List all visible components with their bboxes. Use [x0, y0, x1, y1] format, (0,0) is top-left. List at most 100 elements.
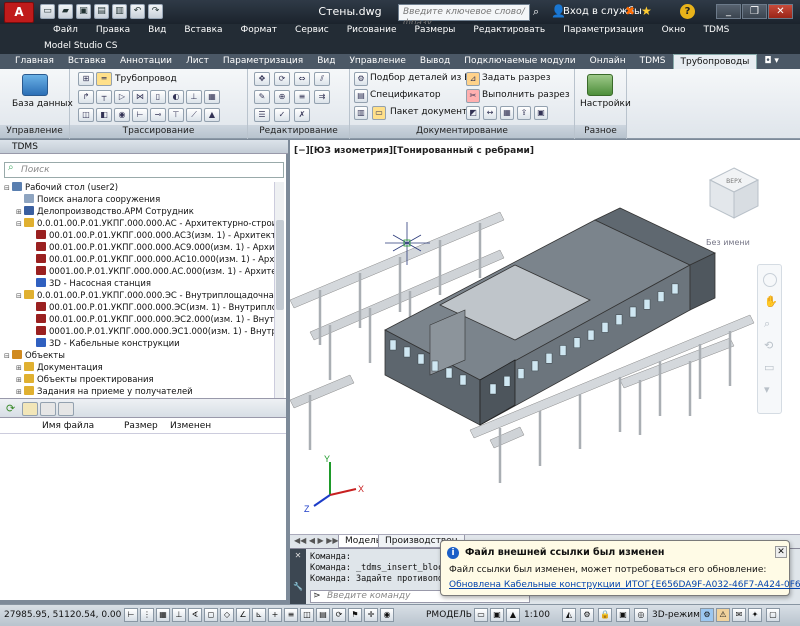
table-icon[interactable]: ▦ [500, 106, 514, 120]
insulation-icon[interactable]: ▦ [204, 90, 220, 104]
cap-icon[interactable]: ◐ [168, 90, 184, 104]
model-space-toggle[interactable]: РМОДЕЛЬ [426, 610, 472, 620]
menu-view[interactable]: Вид [139, 24, 175, 39]
scrollbar-thumb[interactable] [276, 220, 284, 310]
folder-icon[interactable]: ▭ [372, 106, 386, 120]
hardware-acceleration-icon[interactable]: ▣ [616, 608, 630, 622]
menu-draw[interactable]: Рисование [338, 24, 406, 39]
tab-home[interactable]: Главная [8, 54, 61, 69]
xref-tray-icon[interactable]: ⚠ [716, 608, 730, 622]
database-icon[interactable] [22, 74, 48, 96]
tank-icon[interactable]: ◧ [96, 108, 112, 122]
grid-icon[interactable]: ▦ [156, 608, 170, 622]
expand-icon[interactable]: ⊞ [16, 206, 24, 218]
tdms-search-input[interactable]: Поиск [4, 162, 284, 178]
elbow-icon[interactable]: ↱ [78, 90, 94, 104]
collapse-icon[interactable]: ⊟ [4, 182, 12, 194]
quick-view-layouts-icon[interactable]: ▭ [474, 608, 488, 622]
selection-cycling-icon[interactable]: ⟳ [332, 608, 346, 622]
reload-xref-link[interactable]: Обновлена Кабельные конструкции_ИТОГ{E65… [449, 580, 800, 590]
save-icon[interactable]: ▣ [76, 4, 91, 19]
tree-node[interactable]: 00.01.00.Р.01.УКПГ.000.000.АС3(изм. 1) -… [28, 230, 274, 242]
tab-online[interactable]: Онлайн [583, 54, 633, 69]
expand-icon[interactable]: ⊞ [16, 374, 24, 386]
tab-view[interactable]: Вид [310, 54, 342, 69]
group-documenting-title[interactable]: Документирование [350, 125, 574, 138]
menu-insert[interactable]: Вставка [175, 24, 231, 39]
quick-properties-icon[interactable]: ▤ [316, 608, 330, 622]
refresh-icon[interactable]: ⟳ [6, 402, 15, 415]
viewcube[interactable]: ВЕРХ [706, 164, 762, 226]
tray-settings-icon[interactable]: ⚙ [700, 608, 714, 622]
menu-window[interactable]: Окно [653, 24, 695, 39]
column-modified[interactable]: Изменен [170, 421, 211, 431]
tab-insert[interactable]: Вставка [61, 54, 113, 69]
save-as-icon[interactable]: ▤ [94, 4, 109, 19]
steering-wheel-icon[interactable] [763, 273, 777, 287]
infer-constraints-icon[interactable]: ⊢ [124, 608, 138, 622]
model-studio-menu[interactable]: Model Studio CS [0, 39, 800, 54]
tree-node[interactable]: ⊞ Объекты проектирования [16, 374, 154, 386]
documents-package-button[interactable]: Пакет документов [390, 107, 478, 117]
connector-icon[interactable]: ⊸ [150, 108, 166, 122]
tab-parametric[interactable]: Параметризация [216, 54, 310, 69]
undo-icon[interactable]: ↶ [130, 4, 145, 19]
expand-icon[interactable]: ⊞ [16, 386, 24, 398]
menu-modify[interactable]: Редактировать [464, 24, 554, 39]
column-size[interactable]: Размер [124, 421, 158, 431]
tree-node[interactable]: 00.01.00.Р.01.УКПГ.000.000.АС10.000(изм.… [28, 254, 274, 266]
navbar-options-icon[interactable]: ▾ [764, 383, 770, 396]
zoom-icon[interactable]: ⌕ [764, 317, 770, 331]
run-section-icon[interactable]: ✂ [466, 89, 480, 103]
nozzle-icon[interactable]: ⊢ [132, 108, 148, 122]
tree-node[interactable]: 3D - Кабельные конструкции [28, 338, 180, 350]
run-section-button[interactable]: Выполнить разрез [482, 90, 570, 100]
menu-edit[interactable]: Правка [87, 24, 139, 39]
settings-icon[interactable] [587, 74, 613, 96]
exchange-icon[interactable]: ✖ [625, 4, 635, 18]
annotation-scale[interactable]: 1:100 [524, 610, 550, 620]
dyn-icon[interactable]: + [268, 608, 282, 622]
specifier-icon[interactable]: ▤ [354, 89, 368, 103]
tab-plugins[interactable]: Подключаемые модули [457, 54, 582, 69]
command-window-handle[interactable]: ✕ 🔧 [290, 549, 306, 605]
menu-file[interactable]: Файл [44, 24, 87, 39]
parts-db-icon[interactable]: ⚙ [354, 72, 368, 86]
equipment-icon[interactable]: ◫ [78, 108, 94, 122]
polar-icon[interactable]: ∢ [188, 608, 202, 622]
route-icon[interactable]: ⊞ [78, 72, 94, 86]
menu-parametric[interactable]: Параметризация [554, 24, 652, 39]
close-button[interactable]: ✕ [768, 4, 793, 19]
viewcube-top-face[interactable]: ВЕРХ [726, 178, 742, 185]
split-icon[interactable]: ⫽ [314, 72, 330, 86]
annotation-scale-icon[interactable]: ▲ [506, 608, 520, 622]
tab-layout[interactable]: Лист [179, 54, 216, 69]
ortho-icon[interactable]: ⊥ [172, 608, 186, 622]
specifier-button[interactable]: Спецификатор [370, 90, 441, 100]
properties-icon[interactable]: ☰ [254, 108, 270, 122]
tab-annotate[interactable]: Аннотации [113, 54, 179, 69]
search-input[interactable]: Введите ключевое слово/фразу [398, 4, 530, 28]
tree-node[interactable]: 00.01.00.Р.01.УКПГ.000.000.АС9.000(изм. … [28, 242, 274, 254]
maximize-button[interactable]: ❐ [742, 4, 767, 19]
snap-icon[interactable]: ⋮ [140, 608, 154, 622]
3d-nav-icon[interactable]: ✛ [364, 608, 378, 622]
slope-icon[interactable]: ⟋ [186, 108, 202, 122]
align-icon[interactable]: ≡ [294, 90, 310, 104]
isolate-objects-icon[interactable]: ◎ [634, 608, 648, 622]
file-add-icon[interactable] [40, 402, 56, 416]
docs-package-icon[interactable]: ▥ [354, 106, 368, 120]
set-section-button[interactable]: Задать разрез [482, 73, 550, 83]
settings-button[interactable]: Настройки [580, 99, 631, 109]
lock-icon[interactable]: 🔒 [598, 608, 612, 622]
clean-screen-icon[interactable]: ▢ [766, 608, 780, 622]
sc-icon[interactable]: ◉ [380, 608, 394, 622]
new-file-icon[interactable]: ▭ [40, 4, 55, 19]
export-icon[interactable]: ⇪ [517, 106, 531, 120]
tree-node[interactable]: 00.01.00.Р.01.УКПГ.000.000.ЭС2.000(изм. … [28, 314, 274, 326]
plot-icon[interactable]: ▥ [112, 4, 127, 19]
menu-dimension[interactable]: Размеры [406, 24, 465, 39]
reducer-icon[interactable]: ▷ [114, 90, 130, 104]
tree-node[interactable]: 0001.00.Р.01.УКПГ.000.000.ЭС1.000(изм. 1… [28, 326, 274, 338]
report-icon[interactable]: ▣ [534, 106, 548, 120]
